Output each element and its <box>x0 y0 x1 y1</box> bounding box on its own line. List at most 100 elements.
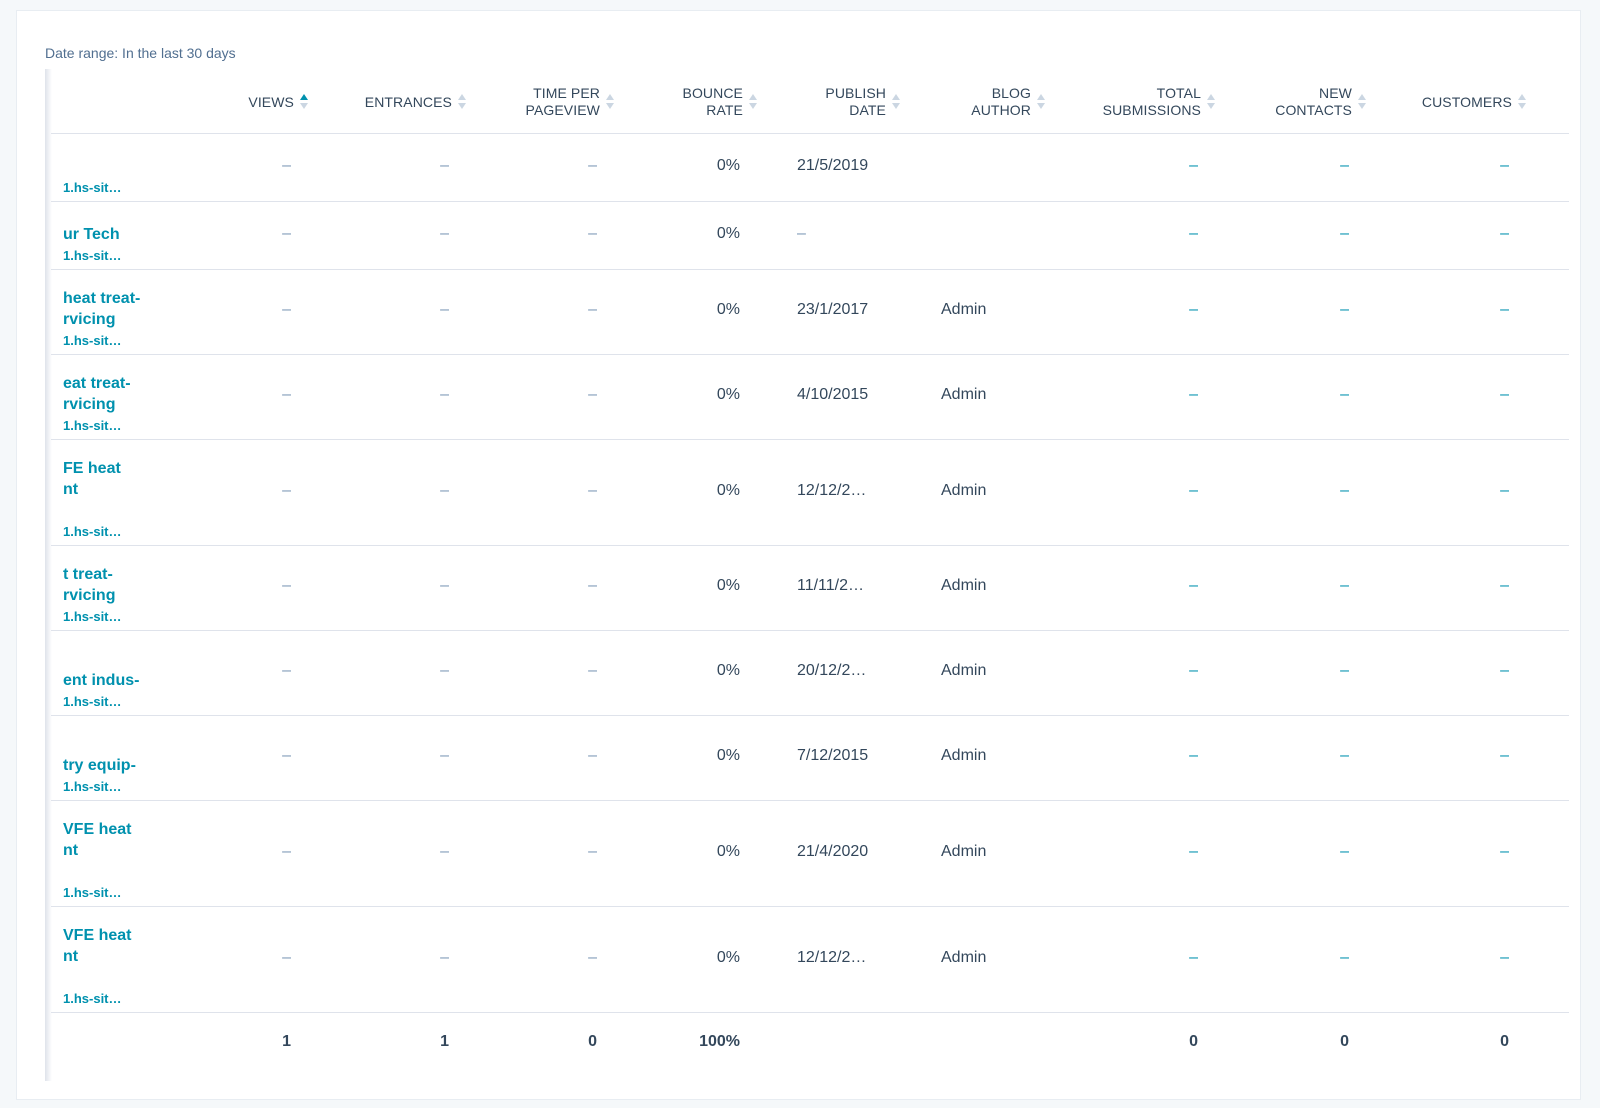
sort-icon[interactable] <box>606 92 615 112</box>
report-card: Date range: In the last 30 days VIEWS ENT… <box>16 10 1581 1100</box>
cell-new-contacts[interactable]: – <box>1340 482 1349 500</box>
cell-bounce-rate: 0% <box>716 662 740 679</box>
page-url-link[interactable]: 1.hs-sit… <box>63 177 122 198</box>
cell-time-per-pageview: – <box>588 482 597 499</box>
sort-icon[interactable] <box>1207 92 1216 112</box>
cell-new-contacts[interactable]: – <box>1340 157 1349 175</box>
column-header-entrances[interactable]: ENTRANCES <box>365 85 467 119</box>
cell-views: – <box>282 949 291 966</box>
column-header-publish-date[interactable]: PUBLISH DATE <box>825 85 901 119</box>
cell-total-submissions[interactable]: – <box>1189 577 1198 595</box>
cell-total-submissions[interactable]: – <box>1189 662 1198 680</box>
column-header-new-contacts[interactable]: NEW CONTACTS <box>1275 85 1367 119</box>
cell-time-per-pageview: – <box>588 301 597 318</box>
page-title-link[interactable]: eat treat- rvicing <box>63 373 183 415</box>
page-title-link[interactable]: ent indus- <box>63 670 183 691</box>
sort-icon[interactable] <box>1037 92 1046 112</box>
cell-customers[interactable]: – <box>1500 386 1509 404</box>
cell-new-contacts[interactable]: – <box>1340 949 1349 967</box>
page-url-link[interactable]: 1.hs-sit… <box>63 776 122 797</box>
cell-total-submissions[interactable]: – <box>1189 482 1198 500</box>
cell-customers[interactable]: – <box>1500 301 1509 319</box>
page-url-link[interactable]: 1.hs-sit… <box>63 882 122 903</box>
cell-total-submissions[interactable]: – <box>1189 949 1198 967</box>
cell-customers[interactable]: – <box>1500 577 1509 595</box>
column-header-customers[interactable]: CUSTOMERS <box>1422 85 1527 119</box>
table-row: VFE heat nt 1.hs-sit… – – – 0% 12/12/2… Admin – –… <box>51 907 1569 1013</box>
cell-bounce-rate: 0% <box>716 949 740 966</box>
sort-icon[interactable] <box>300 92 309 112</box>
page-title-link[interactable]: try equip- <box>63 755 183 776</box>
page-url-link[interactable]: 1.hs-sit… <box>63 691 122 712</box>
table-body: 1.hs-sit… – – –0% 21/5/2019– – – ur Tech 1.hs-si… <box>51 134 1569 1013</box>
cell-total-submissions[interactable]: – <box>1189 747 1198 765</box>
cell-new-contacts[interactable]: – <box>1340 577 1349 595</box>
cell-publish-date: 11/11/2… <box>797 577 865 594</box>
page-title-link[interactable]: FE heat nt <box>63 458 183 500</box>
page-url-link[interactable]: 1.hs-sit… <box>63 988 122 1009</box>
cell-customers[interactable]: – <box>1500 225 1509 243</box>
cell-new-contacts[interactable]: – <box>1340 301 1349 319</box>
column-header-label: BLOG AUTHOR <box>971 85 1031 118</box>
cell-entrances: – <box>440 225 449 242</box>
page-title-link[interactable]: VFE heat nt <box>63 925 183 967</box>
cell-total-submissions[interactable]: – <box>1189 843 1198 861</box>
total-new-contacts: 0 <box>1340 1033 1349 1050</box>
sort-icon[interactable] <box>1358 92 1367 112</box>
column-header-bounce-rate[interactable]: BOUNCE RATE <box>683 85 759 119</box>
cell-bounce-rate: 0% <box>716 225 740 242</box>
total-total-submissions: 0 <box>1189 1033 1198 1050</box>
cell-total-submissions[interactable]: – <box>1189 301 1198 319</box>
cell-customers[interactable]: – <box>1500 157 1509 175</box>
page-title-link[interactable]: heat treat- rvicing <box>63 288 183 330</box>
page-title-link[interactable]: VFE heat nt <box>63 819 183 861</box>
cell-new-contacts[interactable]: – <box>1340 662 1349 680</box>
cell-time-per-pageview: – <box>588 747 597 764</box>
column-header-total-submissions[interactable]: TOTAL SUBMISSIONS <box>1103 85 1216 119</box>
cell-publish-date: 21/4/2020 <box>797 843 869 860</box>
cell-publish-date: – <box>797 225 806 242</box>
pages-table: VIEWS ENTRANCES TIME PER PAGEVIEW BOUNCE RA… <box>51 69 1569 1073</box>
cell-customers[interactable]: – <box>1500 843 1509 861</box>
total-entrances: 1 <box>440 1033 449 1050</box>
cell-entrances: – <box>440 843 449 860</box>
cell-views: – <box>282 157 291 174</box>
cell-blog-author: Admin <box>941 577 987 594</box>
cell-time-per-pageview: – <box>588 843 597 860</box>
cell-new-contacts[interactable]: – <box>1340 225 1349 243</box>
cell-new-contacts[interactable]: – <box>1340 386 1349 404</box>
table-row: FE heat nt 1.hs-sit… – – – 0% 12/12/2… Admin – – – <box>51 440 1569 546</box>
page-url-link[interactable]: 1.hs-sit… <box>63 606 122 627</box>
cell-new-contacts[interactable]: – <box>1340 843 1349 861</box>
sort-icon[interactable] <box>749 92 758 112</box>
column-header-blog-author[interactable]: BLOG AUTHOR <box>971 85 1046 119</box>
cell-views: – <box>282 843 291 860</box>
sort-icon[interactable] <box>892 92 901 112</box>
page-url-link[interactable]: 1.hs-sit… <box>63 521 122 542</box>
cell-views: – <box>282 386 291 403</box>
page-url-link[interactable]: 1.hs-sit… <box>63 415 122 436</box>
table-totals-row: 1 1 0 100% 0 0 0 <box>51 1013 1569 1073</box>
cell-total-submissions[interactable]: – <box>1189 225 1198 243</box>
cell-entrances: – <box>440 747 449 764</box>
cell-entrances: – <box>440 949 449 966</box>
table-row: t treat- rvicing 1.hs-sit… – – – 0% 11/11/2… Ad… <box>51 546 1569 631</box>
sort-icon[interactable] <box>1518 92 1527 112</box>
page-url-link[interactable]: 1.hs-sit… <box>63 330 122 351</box>
page-title-link[interactable]: ur Tech <box>63 224 183 245</box>
cell-publish-date: 4/10/2015 <box>797 386 869 403</box>
cell-customers[interactable]: – <box>1500 747 1509 765</box>
sort-icon[interactable] <box>458 92 467 112</box>
cell-total-submissions[interactable]: – <box>1189 386 1198 404</box>
cell-blog-author: Admin <box>941 386 987 403</box>
column-header-views[interactable]: VIEWS <box>248 85 309 119</box>
page-url-link[interactable]: 1.hs-sit… <box>63 245 122 266</box>
column-header-time-per-pageview[interactable]: TIME PER PAGEVIEW <box>526 85 615 119</box>
page-title-link[interactable]: t treat- rvicing <box>63 564 183 606</box>
cell-total-submissions[interactable]: – <box>1189 157 1198 175</box>
cell-customers[interactable]: – <box>1500 482 1509 500</box>
cell-customers[interactable]: – <box>1500 662 1509 680</box>
cell-new-contacts[interactable]: – <box>1340 747 1349 765</box>
table-header: VIEWS ENTRANCES TIME PER PAGEVIEW BOUNCE RA… <box>51 69 1569 134</box>
cell-customers[interactable]: – <box>1500 949 1509 967</box>
